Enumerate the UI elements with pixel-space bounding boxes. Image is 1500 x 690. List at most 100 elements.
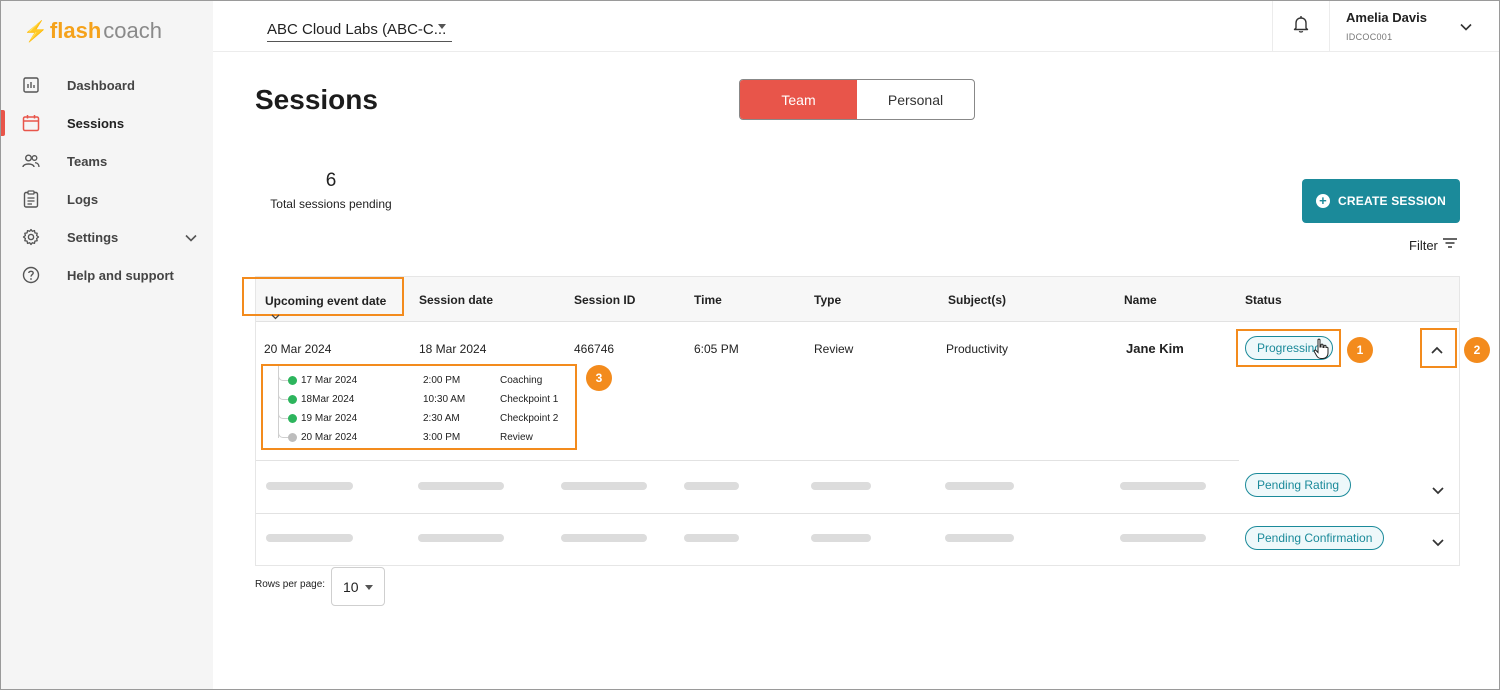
timeline-item: 18Mar 2024 10:30 AM Checkpoint 1: [263, 391, 575, 410]
timeline-time: 2:30 AM: [423, 413, 460, 424]
filter-button[interactable]: Filter: [1409, 236, 1458, 254]
timeline-date: 19 Mar 2024: [301, 413, 358, 424]
sidebar: ⚡ flash coach Dashboard Sessions Teams L…: [1, 1, 213, 689]
pending-stat: 6 Total sessions pending: [266, 170, 396, 211]
timeline-time: 10:30 AM: [423, 394, 466, 405]
sidebar-item-sessions[interactable]: Sessions: [1, 104, 213, 142]
timeline-item: 20 Mar 2024 3:00 PM Review: [263, 429, 575, 448]
placeholder-bar: [1120, 482, 1206, 490]
sidebar-item-label: Settings: [67, 229, 119, 245]
caret-down-icon: [365, 585, 373, 590]
callout-marker: 2: [1464, 337, 1490, 363]
timeline-connector: [278, 429, 288, 438]
sidebar-item-label: Help and support: [67, 267, 174, 283]
timeline-item: 17 Mar 2024 2:00 PM Coaching: [263, 372, 575, 391]
session-timeline: 17 Mar 2024 2:00 PM Coaching 18Mar 2024 …: [261, 364, 577, 450]
caret-down-icon: [438, 24, 446, 29]
status-badge[interactable]: Pending Rating: [1245, 473, 1352, 497]
callout-marker: 3: [586, 365, 612, 391]
placeholder-bar: [418, 482, 504, 490]
sidebar-item-teams[interactable]: Teams: [1, 142, 213, 180]
toggle-team[interactable]: Team: [740, 80, 857, 119]
placeholder-bar: [945, 534, 1014, 542]
rows-per-page-value: 10: [343, 578, 359, 595]
user-name: Amelia Davis: [1346, 10, 1427, 25]
cell-session-date: 18 Mar 2024: [419, 342, 487, 356]
org-select[interactable]: ABC Cloud Labs (ABC-C...: [267, 18, 452, 42]
sidebar-item-label: Logs: [67, 191, 99, 207]
sidebar-item-label: Teams: [67, 153, 108, 169]
highlight-box: [1236, 329, 1341, 367]
notifications-button[interactable]: [1272, 1, 1330, 51]
logo-coach: coach: [103, 18, 162, 43]
rows-per-page-select[interactable]: 10: [331, 567, 385, 606]
timeline-kind: Coaching: [500, 375, 543, 386]
check-circle-icon: [288, 376, 297, 385]
team-personal-toggle: Team Personal: [739, 79, 975, 120]
timeline-date: 17 Mar 2024: [301, 375, 358, 386]
column-status: Status: [1245, 293, 1282, 307]
timeline-time: 3:00 PM: [423, 432, 461, 443]
column-session-id: Session ID: [574, 293, 636, 307]
placeholder-bar: [561, 482, 647, 490]
cell-upcoming-date: 20 Mar 2024: [264, 342, 332, 356]
header-divider: [213, 51, 1499, 52]
rows-per-page-label: Rows per page:: [255, 579, 326, 590]
timeline-connector: [278, 391, 288, 400]
dashboard-icon: [21, 75, 41, 95]
chevron-down-icon[interactable]: [1460, 18, 1472, 36]
placeholder-bar: [684, 534, 739, 542]
column-type: Type: [814, 293, 842, 307]
placeholder-bar: [418, 534, 504, 542]
table-header: Upcoming event date Session date Session…: [242, 277, 1459, 322]
column-subjects: Subject(s): [948, 293, 1007, 307]
timeline-connector: [278, 410, 288, 419]
sidebar-item-dashboard[interactable]: Dashboard: [1, 66, 213, 104]
column-label: Upcoming event date: [265, 294, 387, 308]
highlight-box: [1420, 328, 1457, 368]
callout-marker: 1: [1347, 337, 1373, 363]
status-badge[interactable]: Pending Confirmation: [1245, 526, 1385, 550]
create-session-button[interactable]: + CREATE SESSION: [1302, 179, 1460, 223]
timeline-kind: Checkpoint 1: [500, 394, 559, 405]
user-id: IDCOC001: [1346, 32, 1393, 42]
timeline-date: 18Mar 2024: [301, 394, 355, 405]
sidebar-item-help[interactable]: Help and support: [1, 256, 213, 294]
timeline-time: 2:00 PM: [423, 375, 461, 386]
sidebar-item-label: Sessions: [67, 115, 125, 131]
chevron-down-icon[interactable]: [1431, 482, 1445, 500]
filter-icon: [1442, 236, 1458, 254]
column-upcoming-event-date[interactable]: Upcoming event date: [242, 277, 404, 320]
sidebar-item-label: Dashboard: [67, 77, 135, 93]
calendar-icon: [21, 113, 41, 133]
toggle-personal[interactable]: Personal: [857, 80, 974, 119]
logo: ⚡ flash coach: [23, 18, 162, 44]
sidebar-item-settings[interactable]: Settings: [1, 218, 213, 256]
timeline-date: 20 Mar 2024: [301, 432, 358, 443]
column-time: Time: [694, 293, 722, 307]
bolt-icon: ⚡: [23, 20, 48, 43]
placeholder-bar: [811, 534, 871, 542]
page-title: Sessions: [255, 84, 378, 115]
sidebar-item-logs[interactable]: Logs: [1, 180, 213, 218]
user-menu[interactable]: Amelia Davis IDCOC001: [1346, 10, 1427, 42]
placeholder-bar: [266, 534, 353, 542]
gear-icon: [21, 227, 41, 247]
filter-label: Filter: [1409, 237, 1438, 253]
column-name: Name: [1124, 293, 1157, 307]
timeline-item: 19 Mar 2024 2:30 AM Checkpoint 2: [263, 410, 575, 429]
timeline-kind: Review: [500, 432, 533, 443]
placeholder-bar: [561, 534, 647, 542]
placeholder-bar: [811, 482, 871, 490]
clipboard-icon: [21, 189, 41, 209]
chevron-down-icon: [271, 309, 280, 323]
check-circle-icon: [288, 414, 297, 423]
create-session-label: CREATE SESSION: [1338, 194, 1446, 208]
timeline-connector: [278, 372, 288, 381]
chevron-down-icon[interactable]: [185, 229, 197, 247]
placeholder-bar: [1120, 534, 1206, 542]
row-divider: [256, 460, 1239, 461]
pending-count: 6: [325, 170, 337, 191]
placeholder-bar: [684, 482, 739, 490]
chevron-down-icon[interactable]: [1431, 534, 1445, 552]
